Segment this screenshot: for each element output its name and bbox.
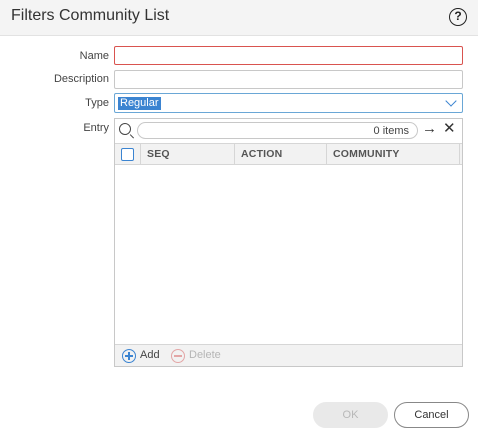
description-label: Description: [53, 73, 109, 85]
cancel-button[interactable]: Cancel: [394, 402, 469, 428]
search-icon[interactable]: [119, 123, 131, 135]
chevron-down-icon[interactable]: [445, 95, 457, 107]
help-icon[interactable]: ?: [449, 8, 467, 26]
column-header-community[interactable]: COMMUNITY: [326, 144, 459, 164]
column-divider: [459, 144, 462, 164]
search-input[interactable]: 0 items: [137, 122, 418, 139]
ok-button[interactable]: OK: [313, 402, 388, 428]
entry-toolbar: Add Delete: [115, 344, 462, 366]
description-input[interactable]: [114, 70, 463, 89]
add-icon[interactable]: [122, 349, 136, 363]
name-label: Name: [79, 50, 109, 62]
type-selected-value: Regular: [118, 97, 161, 110]
column-header-seq[interactable]: SEQ: [140, 144, 234, 164]
entry-table: 0 items → ✕ SEQ ACTION COMMUNITY Add Del…: [114, 118, 463, 367]
type-select[interactable]: Regular: [114, 93, 463, 113]
column-header-action[interactable]: ACTION: [234, 144, 326, 164]
item-count: 0 items: [373, 125, 409, 137]
table-header: SEQ ACTION COMMUNITY: [115, 143, 462, 165]
dialog-header: Filters Community List ?: [0, 0, 478, 36]
arrow-right-icon[interactable]: →: [422, 121, 437, 137]
close-icon[interactable]: ✕: [443, 121, 456, 137]
entry-label: Entry: [83, 122, 109, 134]
delete-button: Delete: [189, 349, 221, 361]
type-label: Type: [85, 97, 109, 109]
dialog-title: Filters Community List: [11, 7, 170, 24]
delete-icon: [171, 349, 185, 363]
add-button[interactable]: Add: [140, 349, 160, 361]
name-input[interactable]: [114, 46, 463, 65]
select-all-checkbox[interactable]: [121, 148, 134, 161]
